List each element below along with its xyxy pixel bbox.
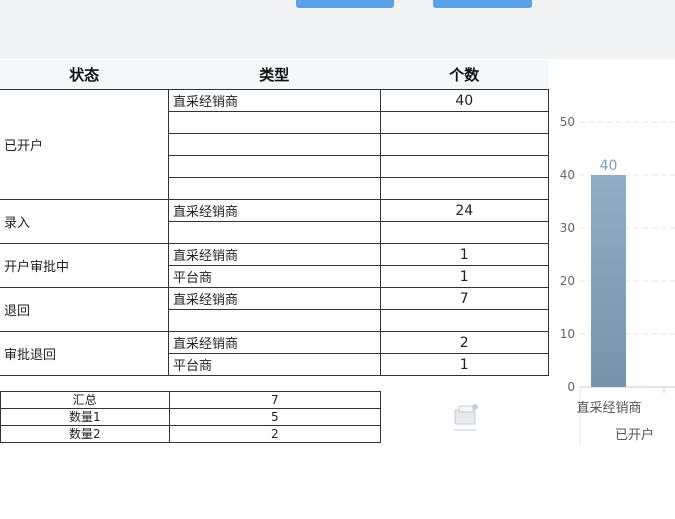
count-cell: [379, 221, 550, 244]
count-cell: [379, 309, 550, 332]
summary-row: 数量2 2: [0, 425, 382, 443]
y-tick-label: 20: [560, 274, 575, 288]
toolbar-left-button[interactable]: [296, 0, 394, 8]
count-cell: 2: [379, 331, 550, 354]
table-row: 开户审批中 直采经销商 1: [0, 243, 550, 288]
type-cell: [167, 309, 381, 332]
type-cell: 直采经销商: [167, 287, 381, 310]
summary-row: 汇总 7: [0, 391, 382, 409]
count-cell: 1: [379, 265, 550, 288]
count-cell: [379, 133, 550, 156]
summary-label: 数量1: [0, 408, 170, 426]
table-row: 录入 直采经销商 24: [0, 199, 550, 244]
type-cell: [167, 177, 381, 200]
summary-value: 7: [168, 391, 382, 409]
summary-value: 2: [168, 425, 382, 443]
bar-value-label: 40: [600, 158, 618, 174]
type-cell: [167, 155, 381, 178]
table-row: 审批退回 直采经销商 2: [0, 331, 550, 376]
count-cell: 1: [379, 243, 550, 266]
type-cell: 直采经销商: [167, 243, 381, 266]
y-tick-label: 40: [560, 168, 575, 182]
header-status: 状态: [0, 60, 169, 90]
type-cell: 直采经销商: [167, 331, 381, 354]
x-category-label: 直采经销商: [576, 401, 641, 416]
count-cell: [379, 111, 550, 134]
count-cell: [379, 177, 550, 200]
status-cell: 已开户: [0, 89, 169, 200]
count-cell: 40: [379, 89, 550, 112]
type-cell: [167, 111, 381, 134]
bar-chart: 0 10 20 30 40 50 40 直采经销商已开户: [560, 115, 675, 445]
empty-data-icon: [454, 404, 478, 431]
summary-value: 5: [168, 408, 382, 426]
count-cell: 1: [379, 353, 550, 376]
type-cell: 平台商: [167, 353, 381, 376]
top-toolbar: [0, 0, 675, 59]
summary-label: 汇总: [0, 391, 170, 409]
status-cell: 退回: [0, 287, 169, 332]
status-cell: 审批退回: [0, 331, 169, 376]
summary-table: 汇总 7 数量1 5 数量2 2: [0, 391, 382, 443]
y-tick-label: 10: [560, 327, 575, 341]
type-cell: 直采经销商: [167, 199, 381, 222]
x-group-label: 已开户: [615, 427, 654, 443]
count-cell: 7: [379, 287, 550, 310]
table-row: 退回 直采经销商 7: [0, 287, 550, 332]
type-cell: [167, 133, 381, 156]
count-cell: 24: [379, 199, 550, 222]
count-cell: [379, 155, 550, 178]
y-tick-label: 50: [560, 115, 575, 129]
status-cell: 开户审批中: [0, 243, 169, 288]
table-row: 已开户 直采经销商 40: [0, 89, 550, 200]
bar: [591, 175, 626, 387]
summary-label: 数量2: [0, 425, 170, 443]
type-cell: [167, 221, 381, 244]
type-cell: 直采经销商: [167, 89, 381, 112]
status-table: 状态 类型 个数 已开户 直采经销商 40 录入 直采经销商 24 开户审批中 直采经销商 1 平…: [0, 60, 550, 376]
summary-row: 数量1 5: [0, 408, 382, 426]
header-count: 个数: [380, 60, 549, 90]
y-tick-label: 0: [567, 380, 575, 394]
y-tick-label: 30: [560, 221, 575, 235]
status-cell: 录入: [0, 199, 169, 244]
toolbar-right-button[interactable]: [433, 0, 532, 8]
header-type: 类型: [168, 60, 381, 90]
type-cell: 平台商: [167, 265, 381, 288]
